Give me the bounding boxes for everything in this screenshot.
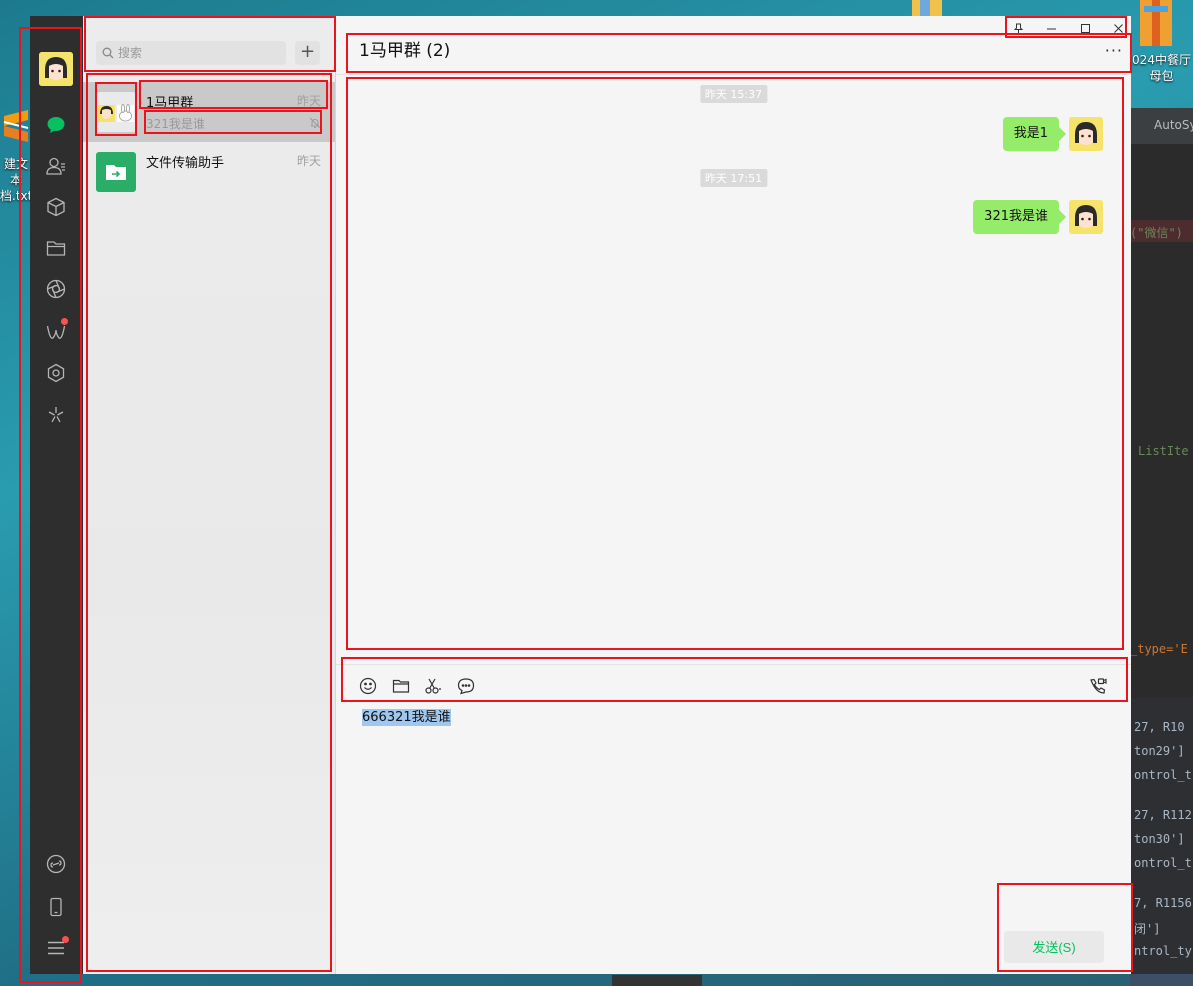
minimize-icon[interactable] — [1038, 18, 1064, 38]
search-input[interactable] — [118, 41, 278, 65]
input-toolbar — [336, 664, 1131, 705]
chat-history-icon[interactable] — [455, 675, 477, 697]
ide-tabbar: AutoSy — [1130, 108, 1193, 144]
avatar[interactable] — [39, 52, 73, 86]
message-avatar[interactable] — [1069, 117, 1103, 151]
add-chat-button[interactable]: + — [295, 41, 320, 65]
chat-list-item[interactable]: 文件传输助手 昨天 — [83, 142, 335, 202]
ide-window: AutoSy ("微信") ListIte _type='E 27, R10 t… — [1130, 108, 1193, 986]
ide-console: 27, R10 ton29'] ontrol_t 27, R112 ton30'… — [1130, 698, 1193, 986]
chat-name: 1马甲群 — [146, 96, 194, 111]
sublime-file-icon[interactable] — [0, 108, 32, 144]
chat-list-item[interactable]: 1马甲群 昨天 321我是谁 — [83, 82, 335, 142]
desktop-folder-icon-1[interactable] — [910, 0, 944, 16]
message-timestamp: 昨天 15:37 — [699, 85, 768, 103]
chat-time: 昨天 — [296, 94, 321, 108]
phone-icon[interactable] — [44, 895, 68, 919]
mini-programs-icon[interactable] — [44, 361, 68, 385]
chat-name: 文件传输助手 — [146, 156, 225, 171]
emoji-icon[interactable] — [357, 675, 379, 697]
send-button[interactable]: 发送(S) — [1004, 931, 1104, 963]
maximize-icon[interactable] — [1072, 18, 1098, 38]
channels-badge — [61, 318, 68, 325]
file-icon[interactable] — [390, 675, 412, 697]
desktop-archive-label-2: 母包 — [1149, 69, 1174, 83]
contacts-icon[interactable] — [44, 154, 68, 178]
moments-icon[interactable] — [44, 277, 68, 301]
file-transfer-avatar — [96, 152, 136, 192]
ide-tab[interactable]: AutoSy — [1154, 118, 1193, 132]
message-row: 我是1 — [1002, 117, 1103, 151]
desktop-file-label-1: 建文本 — [3, 157, 28, 187]
scissors-icon[interactable] — [422, 675, 444, 697]
group-avatar — [96, 92, 136, 132]
chat-preview: 321我是谁 — [146, 117, 205, 131]
chat-icon[interactable] — [44, 113, 68, 137]
mini-program-link-icon[interactable] — [44, 852, 68, 876]
taskbar-strip — [612, 975, 702, 986]
channels-icon[interactable] — [44, 318, 68, 344]
nav-sidebar — [30, 16, 83, 974]
more-options-button[interactable]: ··· — [1105, 43, 1123, 59]
message-row: 321我是谁 — [973, 200, 1103, 234]
favorites-icon[interactable] — [44, 195, 68, 219]
ide-code-line: ("微信") — [1130, 226, 1183, 240]
message-bubble[interactable]: 321我是谁 — [973, 200, 1059, 234]
ide-code-line: _type='E — [1130, 642, 1188, 656]
chat-time: 昨天 — [296, 154, 321, 168]
message-bubble[interactable]: 我是1 — [1002, 117, 1059, 151]
menu-badge — [62, 936, 69, 943]
message-input[interactable]: 666321我是谁 — [362, 706, 1102, 896]
video-call-icon[interactable] — [1087, 675, 1109, 697]
desktop-archive-icon[interactable] — [1136, 0, 1176, 48]
desktop-archive-label-1: 024中餐厅 — [1132, 53, 1191, 67]
chat-list-pane: + 1马甲群 昨天 321我是谁 文件传输助手 昨天 — [83, 16, 336, 974]
chat-pane: 1马甲群 (2) ··· 昨天 15:37 我是1 昨天 17:51 321我是… — [336, 16, 1131, 974]
mute-icon — [309, 117, 321, 129]
message-timestamp: 昨天 17:51 — [699, 169, 768, 187]
chat-title: 1马甲群 (2) — [359, 41, 451, 61]
search-icon — [102, 47, 114, 59]
search-discover-icon[interactable] — [44, 403, 68, 427]
pin-icon[interactable] — [1005, 18, 1031, 38]
search-box[interactable] — [96, 41, 286, 65]
menu-icon[interactable] — [44, 936, 69, 960]
message-input-text: 666321我是谁 — [362, 709, 451, 726]
close-icon[interactable] — [1105, 18, 1131, 38]
folder-icon[interactable] — [44, 236, 68, 260]
ide-code-line: ListIte — [1138, 444, 1189, 458]
message-list: 昨天 15:37 我是1 昨天 17:51 321我是谁 — [336, 75, 1131, 661]
desktop-file-label-2: 档.txt — [0, 189, 33, 203]
message-avatar[interactable] — [1069, 200, 1103, 234]
